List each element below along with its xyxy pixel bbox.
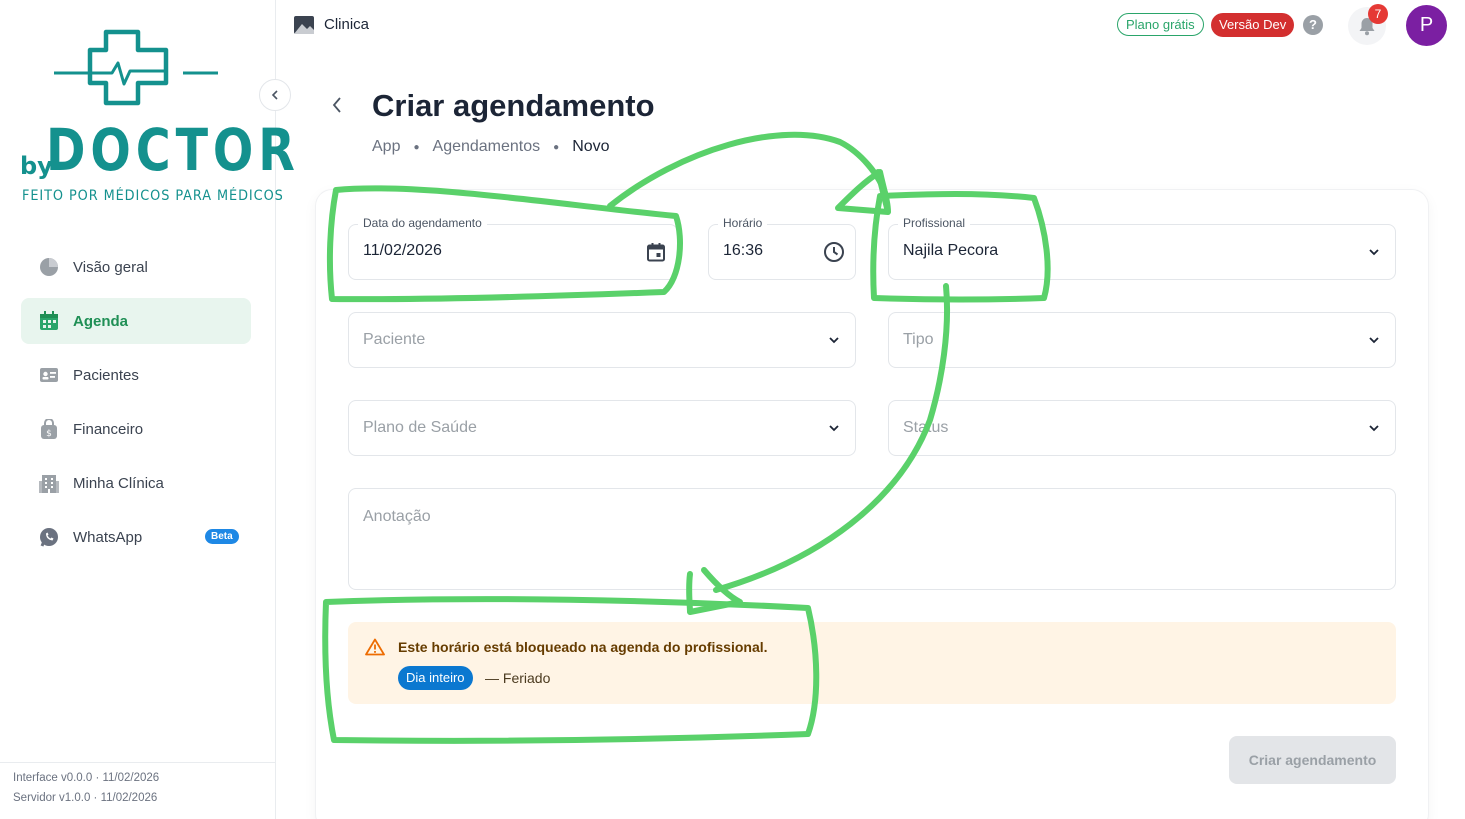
health-plan-select[interactable]: Plano de Saúde [348, 400, 856, 456]
brand-logo[interactable]: by DOCTOR FEITO POR MÉDICOS PARA MÉDICOS [18, 28, 295, 213]
time-field-label: Horário [718, 216, 768, 230]
clinic-image-icon [294, 16, 314, 34]
chevron-left-icon [271, 90, 278, 100]
sidebar-item-pacientes[interactable]: Pacientes [21, 352, 251, 398]
breadcrumb: App ● Agendamentos ● Novo [372, 138, 610, 156]
interface-version: Interface v0.0.0 · 11/02/2026 [13, 772, 160, 784]
money-bag-icon: $ [38, 418, 60, 440]
notification-count-badge: 7 [1368, 4, 1388, 24]
id-card-icon [38, 364, 60, 386]
date-field-value: 11/02/2026 [363, 242, 442, 259]
status-select[interactable]: Status [888, 400, 1396, 456]
app-root: by DOCTOR FEITO POR MÉDICOS PARA MÉDICOS… [0, 0, 1465, 819]
sidebar-item-minha-clinica[interactable]: Minha Clínica [21, 460, 251, 506]
chevron-left-icon [332, 97, 341, 113]
time-field[interactable]: Horário 16:36 [708, 216, 856, 280]
brand-name: DOCTOR [46, 116, 300, 184]
help-icon[interactable]: ? [1303, 15, 1323, 35]
chevron-down-icon[interactable] [1363, 241, 1385, 263]
brand-tagline: FEITO POR MÉDICOS PARA MÉDICOS [22, 188, 284, 204]
version-info: Interface v0.0.0 · 11/02/2026 Servidor v… [0, 762, 276, 808]
blocked-time-alert: Este horário está bloqueado na agenda do… [348, 622, 1396, 704]
sidebar-item-financeiro[interactable]: $ Financeiro [21, 406, 251, 452]
professional-select-label: Profissional [898, 216, 971, 230]
sidebar-nav: Visão geral Agenda Pacientes $ Financeir… [21, 244, 251, 568]
sidebar: by DOCTOR FEITO POR MÉDICOS PARA MÉDICOS… [0, 0, 295, 819]
block-reason: — Feriado [485, 670, 551, 686]
note-textarea[interactable]: Anotação [348, 488, 1396, 590]
chevron-down-icon[interactable] [1363, 329, 1385, 351]
page-title: Criar agendamento [372, 88, 655, 123]
type-select[interactable]: Tipo [888, 312, 1396, 368]
calendar-icon [38, 310, 60, 332]
pie-chart-icon [38, 256, 60, 278]
chevron-down-icon[interactable] [823, 329, 845, 351]
time-field-value: 16:36 [723, 242, 764, 259]
user-avatar[interactable]: P [1406, 5, 1447, 46]
note-textarea-placeholder: Anotação [363, 508, 431, 525]
health-plan-select-placeholder: Plano de Saúde [363, 419, 477, 436]
date-field[interactable]: Data do agendamento 11/02/2026 [348, 216, 678, 280]
status-select-placeholder: Status [903, 419, 949, 436]
sidebar-item-label: WhatsApp [73, 528, 143, 546]
dev-version-badge[interactable]: Versão Dev [1211, 13, 1295, 37]
full-day-chip: Dia inteiro [398, 666, 473, 690]
clock-icon[interactable] [823, 241, 845, 263]
professional-select[interactable]: Profissional Najila Pecora [888, 216, 1396, 280]
clinic-name[interactable]: Clinica [324, 16, 369, 33]
patient-select[interactable]: Paciente [348, 312, 856, 368]
breadcrumb-app[interactable]: App [372, 138, 400, 156]
collapse-sidebar-button[interactable] [259, 79, 291, 111]
breadcrumb-agendamentos[interactable]: Agendamentos [433, 138, 541, 156]
back-button[interactable] [326, 94, 348, 116]
breadcrumb-current: Novo [572, 138, 610, 155]
beta-badge: Beta [205, 529, 239, 544]
sidebar-item-label: Minha Clínica [73, 474, 164, 492]
server-version: Servidor v1.0.0 · 11/02/2026 [13, 792, 158, 804]
chevron-down-icon[interactable] [1363, 417, 1385, 439]
alert-message: Este horário está bloqueado na agenda do… [398, 639, 768, 655]
sidebar-item-agenda[interactable]: Agenda [21, 298, 251, 344]
warning-icon [365, 638, 385, 661]
professional-select-value: Najila Pecora [903, 242, 999, 259]
calendar-icon[interactable] [645, 241, 667, 263]
sidebar-item-visao-geral[interactable]: Visão geral [21, 244, 251, 290]
sidebar-item-label: Agenda [73, 312, 129, 330]
chevron-down-icon[interactable] [823, 417, 845, 439]
svg-text:$: $ [46, 429, 52, 439]
create-appointment-button[interactable]: Criar agendamento [1229, 736, 1396, 784]
building-icon [38, 472, 60, 494]
patient-select-placeholder: Paciente [363, 331, 426, 348]
breadcrumb-separator: ● [413, 141, 420, 153]
medical-cross-logo-icon [54, 29, 218, 106]
whatsapp-icon [38, 526, 60, 548]
sidebar-item-whatsapp[interactable]: WhatsApp Beta [21, 514, 251, 560]
sidebar-item-label: Visão geral [73, 258, 148, 276]
plan-badge[interactable]: Plano grátis [1117, 13, 1204, 36]
sidebar-item-label: Pacientes [73, 366, 139, 384]
type-select-placeholder: Tipo [903, 331, 934, 348]
date-field-label: Data do agendamento [358, 216, 487, 230]
sidebar-item-label: Financeiro [73, 420, 144, 438]
breadcrumb-separator: ● [553, 141, 560, 153]
